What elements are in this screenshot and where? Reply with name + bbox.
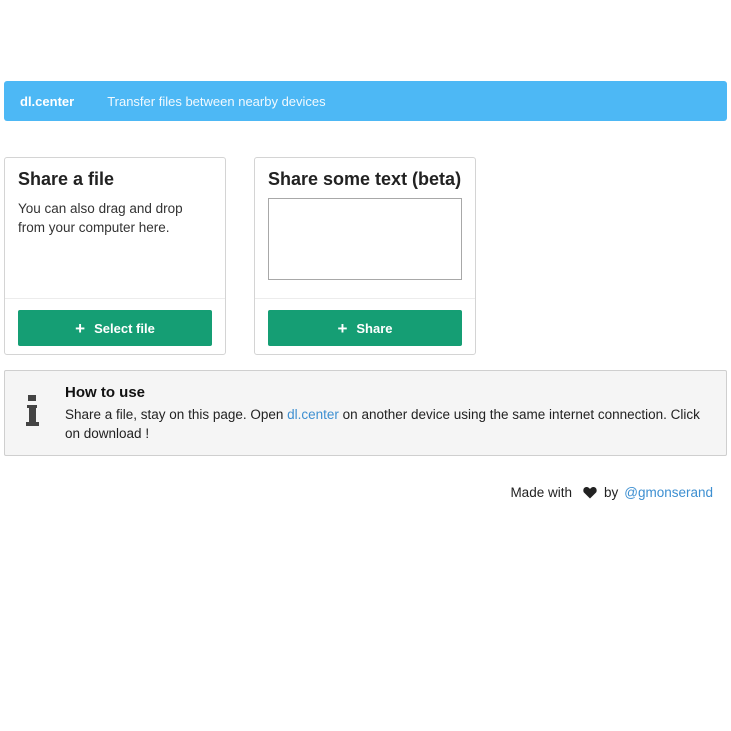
select-file-label: Select file <box>94 320 155 336</box>
heart-icon <box>583 486 597 499</box>
card-divider <box>255 298 475 299</box>
tagline: Transfer files between nearby devices <box>107 93 326 109</box>
select-file-button[interactable]: + Select file <box>18 310 212 346</box>
how-to-text-before: Share a file, stay on this page. Open <box>65 407 288 422</box>
share-text-input[interactable] <box>268 198 462 280</box>
author-link[interactable]: @gmonserand <box>624 485 713 500</box>
card-divider <box>5 298 225 299</box>
plus-icon: + <box>75 318 86 338</box>
share-text-button[interactable]: + Share <box>268 310 462 346</box>
dl-center-link[interactable]: dl.center <box>287 407 339 422</box>
info-icon <box>26 395 39 426</box>
share-text-label: Share <box>356 320 393 336</box>
navbar: dl.center Transfer files between nearby … <box>4 81 727 121</box>
brand-link[interactable]: dl.center <box>20 94 74 109</box>
by-label: by <box>603 485 619 500</box>
how-to-panel: How to use Share a file, stay on this pa… <box>4 370 727 456</box>
made-with-label: Made with <box>510 485 572 500</box>
share-file-card[interactable]: Share a file You can also drag and drop … <box>4 157 226 355</box>
how-to-text: Share a file, stay on this page. Open dl… <box>65 405 705 443</box>
share-text-title: Share some text (beta) <box>268 169 462 189</box>
plus-icon: + <box>337 318 348 338</box>
footer: Made with by @gmonserand <box>510 485 713 500</box>
how-to-title: How to use <box>65 384 146 401</box>
share-file-title: Share a file <box>18 169 115 189</box>
share-text-card: Share some text (beta) + Share <box>254 157 476 355</box>
share-file-description: You can also drag and drop from your com… <box>18 201 183 235</box>
